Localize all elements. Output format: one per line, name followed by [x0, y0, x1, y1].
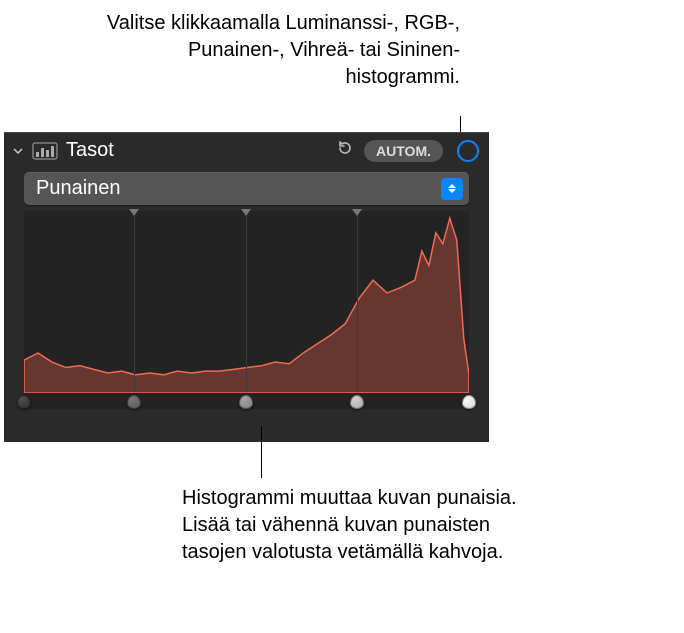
- top-marker[interactable]: [129, 209, 139, 216]
- channel-dropdown[interactable]: Punainen: [24, 172, 469, 205]
- level-handle[interactable]: [127, 395, 141, 409]
- leader-line: [261, 426, 262, 478]
- top-marker[interactable]: [241, 209, 251, 216]
- chevron-down-icon[interactable]: [10, 143, 26, 159]
- panel-header: Tasot AUTOM.: [4, 133, 489, 168]
- histogram[interactable]: [24, 211, 469, 409]
- updown-icon: [441, 178, 463, 200]
- grid-line: [357, 211, 358, 391]
- grid-line: [134, 211, 135, 391]
- panel-title: Tasot: [66, 139, 330, 162]
- dropdown-selected-label: Punainen: [36, 177, 441, 200]
- top-marker[interactable]: [352, 209, 362, 216]
- level-handle[interactable]: [17, 395, 31, 409]
- grid-line: [246, 211, 247, 391]
- callout-bottom: Histogrammi muuttaa kuvan punaisia. Lisä…: [182, 485, 522, 566]
- enable-toggle[interactable]: [457, 140, 479, 162]
- auto-button[interactable]: AUTOM.: [364, 140, 443, 162]
- level-handle[interactable]: [462, 395, 476, 409]
- callout-top: Valitse klikkaamalla Luminanssi-, RGB-, …: [80, 10, 460, 91]
- reset-icon[interactable]: [336, 139, 354, 162]
- levels-panel: Tasot AUTOM. Punainen: [4, 132, 489, 442]
- level-handle[interactable]: [239, 395, 253, 409]
- levels-icon: [32, 141, 58, 161]
- level-handle[interactable]: [350, 395, 364, 409]
